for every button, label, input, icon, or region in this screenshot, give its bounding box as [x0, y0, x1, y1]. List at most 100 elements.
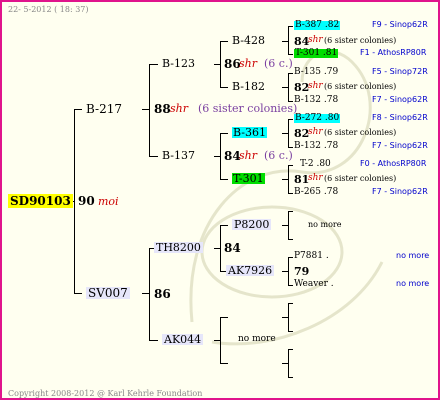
- connector: [149, 64, 150, 157]
- connector: [288, 165, 293, 166]
- subject-breeder: moi: [98, 195, 119, 208]
- connector: [282, 179, 289, 180]
- g4-line: F7 - Sinop62R: [372, 141, 428, 150]
- header-date: 22- 5-2012 ( 18: 37): [8, 5, 89, 14]
- connector: [282, 271, 289, 272]
- connector: [288, 331, 293, 332]
- g4-ring[interactable]: B-387 .82: [294, 21, 341, 30]
- pedigree-panel: 22- 5-2012 ( 18: 37) Copyright 2008-2012…: [0, 0, 440, 400]
- connector: [220, 179, 228, 180]
- connector: [74, 293, 82, 294]
- sire-breeder: shr: [170, 102, 188, 115]
- sire-ring[interactable]: B-217: [86, 103, 122, 115]
- connector: [288, 193, 293, 194]
- g4-line: F1 - AthosRP80R: [360, 48, 427, 57]
- g3-ring[interactable]: P8200: [232, 219, 272, 230]
- g3-breeder: shr: [308, 127, 323, 137]
- g4-ring[interactable]: T-301 .81: [294, 49, 339, 58]
- g3-ring[interactable]: B-361: [232, 127, 267, 138]
- connector: [214, 156, 221, 157]
- connector: [282, 41, 289, 42]
- sire-note: (6 sister colonies): [198, 102, 298, 115]
- connector: [288, 285, 293, 286]
- connector: [214, 248, 221, 249]
- connector: [142, 109, 150, 110]
- connector: [282, 317, 289, 318]
- g4-ring[interactable]: B-272 .80: [294, 114, 341, 123]
- g2-sd-ring[interactable]: B-137: [162, 150, 195, 161]
- g3-ring[interactable]: B-428: [232, 35, 265, 46]
- connector: [149, 156, 158, 157]
- g3-note: (6 sister colonies): [324, 174, 397, 183]
- g4-no-more: no more: [308, 220, 342, 229]
- dam-ring[interactable]: SV007: [86, 287, 130, 299]
- g2-breeder: shr: [239, 149, 257, 162]
- g4-line: F7 - Sinop62R: [372, 95, 428, 104]
- connector: [288, 211, 293, 212]
- connector: [288, 303, 293, 304]
- footer-copyright: Copyright 2008-2012 @ Karl Kehrle Founda…: [8, 389, 203, 398]
- g2-dd-ring[interactable]: AK044: [162, 334, 204, 345]
- g3-note: (6 sister colonies): [324, 82, 397, 91]
- g4-ring[interactable]: P7881 .: [294, 252, 329, 261]
- dam-year: 86: [154, 287, 171, 301]
- g2-ss-ring[interactable]: B-123: [162, 58, 195, 69]
- connector: [288, 239, 293, 240]
- connector: [149, 64, 158, 65]
- g3-breeder: shr: [308, 173, 323, 183]
- connector: [288, 377, 293, 378]
- connector: [214, 340, 221, 341]
- g3-no-more: no more: [238, 334, 276, 344]
- g3-year: 79: [294, 265, 310, 278]
- connector: [220, 87, 228, 88]
- g4-line: F8 - Sinop62R: [372, 113, 428, 122]
- connector: [220, 225, 228, 226]
- g3-ring[interactable]: B-182: [232, 81, 265, 92]
- connector: [214, 64, 221, 65]
- g4-ring[interactable]: B-132 .78: [294, 142, 338, 151]
- g4-ring[interactable]: T-2 .80: [300, 160, 331, 169]
- g4-ring[interactable]: Weaver .: [294, 280, 334, 289]
- g3-ring[interactable]: AK7926: [226, 265, 275, 276]
- connector: [288, 257, 293, 258]
- connector: [220, 133, 228, 134]
- g2-breeder: shr: [239, 57, 257, 70]
- g2-note: (6 c.): [264, 57, 293, 70]
- subject-ring[interactable]: SD90103: [8, 194, 73, 208]
- connector: [288, 73, 293, 74]
- g4-line: F9 - Sinop62R: [372, 20, 428, 29]
- g4-ring[interactable]: B-132 .78: [294, 96, 338, 105]
- connector: [288, 147, 293, 148]
- connector: [74, 109, 82, 110]
- g3-note: (6 sister colonies): [324, 36, 397, 45]
- connector: [142, 293, 150, 294]
- connector: [282, 225, 289, 226]
- g4-line: F5 - Sinop72R: [372, 67, 428, 76]
- g2-year: 84: [224, 241, 241, 255]
- connector: [149, 340, 158, 341]
- connector: [288, 26, 293, 27]
- connector: [282, 363, 289, 364]
- connector: [282, 87, 289, 88]
- g4-ring[interactable]: B-265 .78: [294, 188, 338, 197]
- connector: [220, 41, 228, 42]
- watermark-pigeon-icon: [189, 50, 384, 346]
- g4-no-more: no more: [396, 279, 430, 288]
- g2-ds-ring[interactable]: TH8200: [154, 242, 203, 253]
- connector: [149, 248, 150, 340]
- g4-no-more: no more: [396, 251, 430, 260]
- connector: [220, 317, 228, 318]
- connector: [288, 54, 293, 55]
- connector: [288, 26, 289, 54]
- g4-line: F7 - Sinop62R: [372, 187, 428, 196]
- subject-year: 90: [78, 194, 95, 208]
- g3-breeder: shr: [308, 35, 323, 45]
- sire-year: 88: [154, 102, 171, 116]
- g3-breeder: shr: [308, 81, 323, 91]
- connector: [288, 119, 293, 120]
- g4-line: F0 - AthosRP80R: [360, 159, 427, 168]
- g4-ring[interactable]: B-135 .79: [294, 68, 338, 77]
- g3-note: (6 sister colonies): [324, 128, 397, 137]
- connector: [282, 133, 289, 134]
- g3-ring[interactable]: T-301: [232, 173, 265, 184]
